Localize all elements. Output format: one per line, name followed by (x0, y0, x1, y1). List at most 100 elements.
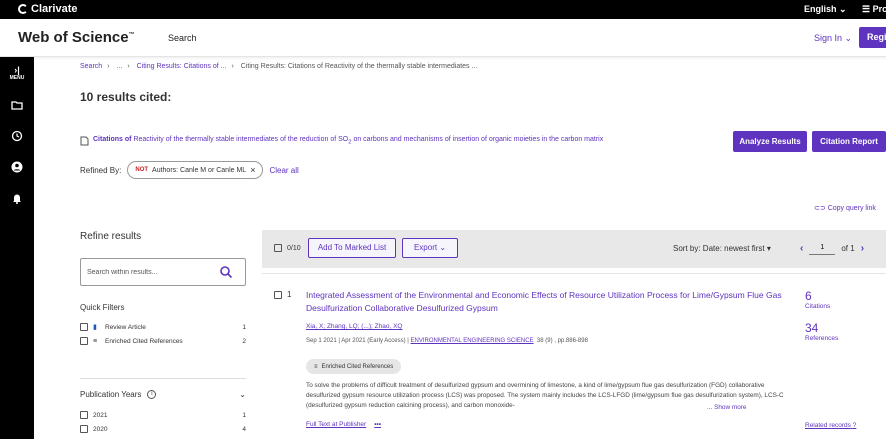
history-icon[interactable] (11, 130, 23, 142)
citation-report-button[interactable]: Citation Report (812, 131, 886, 152)
document-icon: ▮ (93, 324, 97, 331)
refine-results-title: Refine results (80, 231, 142, 242)
clear-all-link[interactable]: Clear all (269, 166, 298, 175)
next-page-icon[interactable]: › (861, 243, 864, 254)
select-all[interactable]: 0/10 (274, 244, 301, 252)
list-icon: ≡ (314, 363, 318, 370)
record-checkbox[interactable] (274, 291, 282, 299)
clarivate-icon (18, 4, 28, 14)
related-records-link[interactable]: Related records ? (805, 422, 856, 429)
related-records-label: Related records (805, 422, 851, 429)
full-text-link[interactable]: Full Text at Publisher ••• (306, 421, 381, 428)
more-options-icon[interactable]: ••• (374, 421, 381, 428)
record-authors[interactable]: Xia, X; Zhang, LQ; (...); Zhao, XQ (306, 323, 402, 330)
side-rail: ›| MENU (0, 57, 34, 439)
breadcrumb-separator: › (127, 63, 130, 70)
filter-label: Enriched Cited References (105, 337, 183, 345)
selected-count: 0/10 (287, 244, 301, 252)
checkbox[interactable] (80, 323, 88, 331)
export-label: Export (413, 243, 438, 252)
language-label: English (804, 4, 837, 14)
filter-count: 1 (242, 411, 246, 419)
page-input[interactable] (809, 241, 836, 255)
grid-icon: ☰ (862, 4, 871, 14)
menu-toggle[interactable]: ›| MENU (0, 65, 34, 81)
previous-page-icon[interactable]: ‹ (800, 243, 803, 254)
record-title-link[interactable]: Integrated Assessment of the Environment… (306, 289, 796, 315)
filter-label: 2021 (93, 411, 108, 419)
sort-dropdown[interactable]: Sort by: Date: newest first ▾ (673, 244, 771, 253)
product-logo[interactable]: Web of Science™ (18, 29, 135, 46)
search-icon[interactable] (219, 265, 233, 279)
clarivate-logo[interactable]: Clarivate (18, 3, 77, 15)
results-toolbar: 0/10 Add To Marked List Export ⌄ Sort by… (262, 230, 886, 268)
info-icon[interactable]: i (147, 390, 157, 399)
references-metric[interactable]: 34 References (805, 321, 838, 342)
copy-query-label: Copy query link (827, 205, 876, 212)
close-icon[interactable]: × (250, 165, 255, 175)
references-count: 34 (805, 321, 819, 335)
filter-pill: NOT Authors: Canle M or Canle ML × (127, 161, 264, 179)
filter-pill-text: Authors: Canle M or Canle ML (152, 166, 247, 174)
folder-icon[interactable] (11, 99, 23, 111)
products-menu[interactable]: ☰ Products (862, 4, 886, 15)
menu-label: MENU (9, 75, 25, 81)
record-number: 1 (287, 290, 292, 299)
full-text-label: Full Text at Publisher (306, 421, 367, 428)
top-bar: Clarivate English ⌄ ☰ Products (0, 0, 886, 19)
record-meta: Sep 1 2021 | Apr 2021 (Early Access) | E… (306, 338, 588, 344)
breadcrumb-current: Citing Results: Citations of Reactivity … (240, 63, 478, 70)
app-header: Web of Science™ Search Sign In ⌄ Registe… (0, 19, 886, 57)
citations-of-link[interactable]: Citations of Reactivity of the thermally… (80, 136, 603, 146)
citations-suffix: on carbons and mechanisms of insertion o… (353, 136, 604, 144)
copy-query-link[interactable]: ⊂⊃ Copy query link (814, 204, 876, 212)
filter-count: 1 (242, 323, 246, 331)
refined-by: Refined By: NOT Authors: Canle M or Canl… (80, 161, 299, 179)
trademark: ™ (128, 32, 135, 38)
checkbox[interactable] (80, 425, 88, 433)
search-nav-link[interactable]: Search (168, 33, 197, 43)
filter-review-article[interactable]: ▮ Review Article 1 (80, 321, 246, 333)
sign-in-button[interactable]: Sign In ⌄ (814, 33, 852, 44)
breadcrumb-separator: › (107, 63, 110, 70)
breadcrumb-citing-results[interactable]: Citing Results: Citations of ... (137, 63, 227, 70)
citations-metric[interactable]: 6 Citations (805, 289, 830, 310)
breadcrumb-ellipsis[interactable]: ... (116, 63, 122, 70)
journal-link[interactable]: ENVIRONMENTAL ENGINEERING SCIENCE (411, 338, 534, 344)
expand-icon: ›| (14, 65, 20, 75)
checkbox[interactable] (80, 411, 88, 419)
bell-icon[interactable] (11, 192, 23, 204)
user-icon[interactable] (11, 161, 23, 173)
show-more-link[interactable]: ... Show more (707, 404, 746, 411)
filter-count: 4 (242, 425, 246, 433)
references-label: References (805, 335, 839, 342)
filter-year[interactable]: 2021 1 (80, 409, 246, 421)
brand-name: Clarivate (31, 3, 78, 15)
result-record: 1 Integrated Assessment of the Environme… (262, 273, 886, 439)
citations-subscript: 2 (348, 139, 352, 146)
chevron-down-icon: ⌄ (239, 390, 246, 399)
pagination: ‹ of 1 › (800, 241, 864, 255)
publication-years-header[interactable]: Publication Years i ⌄ (80, 390, 246, 399)
citations-label: Citations (805, 303, 831, 310)
breadcrumb-search[interactable]: Search (80, 63, 102, 70)
add-to-marked-list-button[interactable]: Add To Marked List (308, 238, 396, 258)
enriched-cited-references-badge: ≡ Enriched Cited References (306, 359, 402, 374)
help-icon[interactable]: ? (853, 422, 857, 429)
page-total: of 1 (841, 243, 855, 253)
chevron-down-icon: ⌄ (839, 4, 847, 14)
language-selector[interactable]: English ⌄ (804, 4, 847, 15)
filter-year[interactable]: 2020 4 (80, 423, 246, 435)
checkbox[interactable] (274, 244, 282, 252)
analyze-results-button[interactable]: Analyze Results (733, 131, 807, 152)
register-button[interactable]: Register (859, 27, 886, 48)
export-button[interactable]: Export ⌄ (402, 238, 458, 258)
checkbox[interactable] (80, 337, 88, 345)
divider (80, 378, 246, 379)
list-icon: ≡ (93, 337, 98, 345)
breadcrumb-separator: › (231, 63, 234, 70)
filter-enriched-cited-references[interactable]: ≡ Enriched Cited References 2 (80, 335, 246, 347)
citations-prefix: Citations of (93, 136, 132, 144)
link-icon: ⊂⊃ (814, 205, 826, 212)
caret-down-icon: ▾ (766, 244, 771, 253)
